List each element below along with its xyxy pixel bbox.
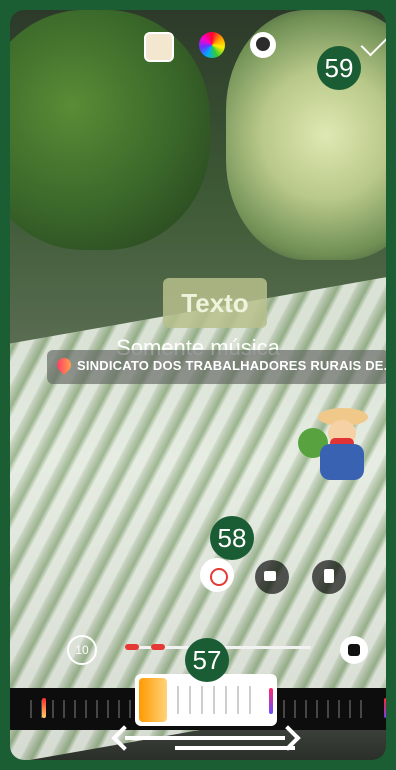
text-sticker-label: Texto [181, 288, 249, 318]
location-pin-icon [54, 355, 74, 375]
color-wheel-icon[interactable] [199, 32, 225, 58]
app-frame: Texto Somente música SINDICATO DOS TRABA… [0, 0, 396, 770]
selection-handle[interactable] [139, 678, 167, 722]
location-label: SINDICATO DOS TRABALHADORES RURAIS DE... [77, 358, 386, 373]
face-filter-icon[interactable] [250, 32, 276, 58]
timeline-start-marker [42, 698, 46, 718]
shirt-graphic [320, 444, 364, 480]
arrow-line [125, 736, 285, 740]
farmer-sticker[interactable] [298, 408, 386, 488]
text-sticker[interactable]: Texto [163, 278, 267, 328]
arrow-line-secondary [175, 746, 295, 750]
annotation-badge: 59 [317, 46, 361, 90]
mute-button[interactable] [200, 558, 234, 592]
drag-arrows [111, 722, 305, 751]
annotation-badge: 57 [185, 638, 229, 682]
annotation-badge: 58 [210, 516, 254, 560]
video-button[interactable] [255, 560, 289, 594]
device-button[interactable] [312, 560, 346, 594]
timer-button[interactable]: 10 [67, 635, 97, 665]
selection-ticks [177, 686, 261, 714]
stop-button[interactable] [340, 636, 368, 664]
progress-segment [125, 644, 139, 650]
timeline-end-marker [384, 698, 386, 718]
sticker-icon[interactable] [144, 32, 174, 62]
progress-segment [151, 644, 165, 650]
selection-end-marker [269, 688, 273, 714]
location-sticker[interactable]: SINDICATO DOS TRABALHADORES RURAIS DE... [47, 350, 386, 384]
